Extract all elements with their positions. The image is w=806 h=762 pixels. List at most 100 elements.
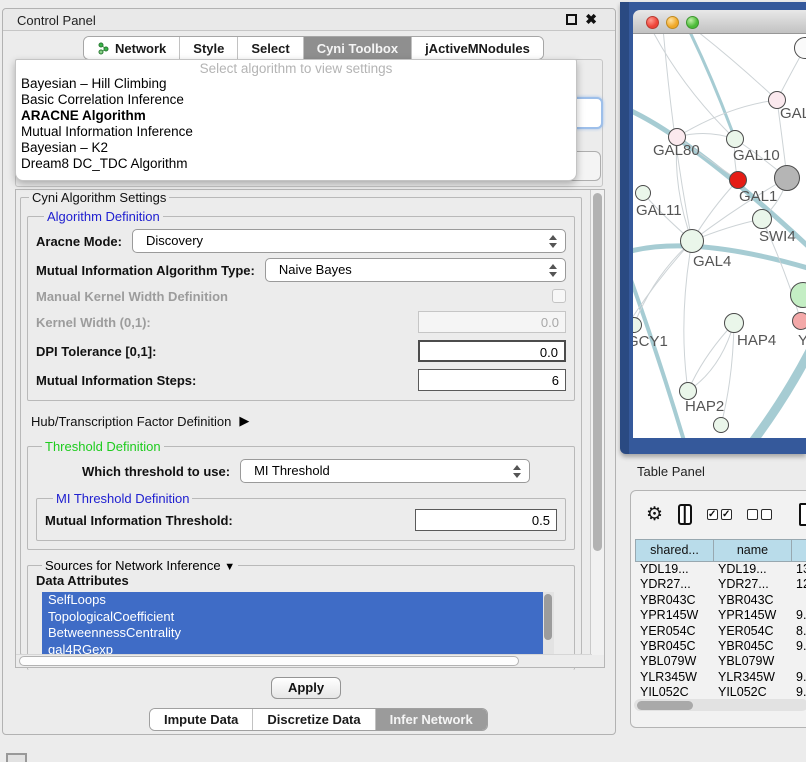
attribute-list-item[interactable]: BetweennessCentrality (42, 625, 554, 642)
column-header-name[interactable]: name (713, 539, 791, 562)
mi-algorithm-type-combo[interactable]: Naive Bayes (265, 258, 566, 282)
settings-horizontal-scrollbar[interactable] (16, 654, 592, 667)
table-cell[interactable] (791, 593, 806, 608)
network-node-y[interactable] (792, 312, 806, 330)
select-all-columns-icon[interactable]: ✓✓ (707, 509, 732, 520)
mi-steps-field[interactable]: 6 (418, 369, 566, 391)
table-row[interactable]: YDL19...YDL19...13 (635, 562, 806, 577)
aracne-mode-combo[interactable]: Discovery (132, 229, 566, 253)
table-row[interactable]: YBR043CYBR043C (635, 593, 806, 608)
gear-icon[interactable]: ⚙ (646, 505, 663, 524)
which-threshold-combo[interactable]: MI Threshold (240, 459, 530, 483)
table-row[interactable]: YBR045CYBR045C9. (635, 639, 806, 654)
network-node-swi4[interactable] (752, 209, 772, 229)
close-icon[interactable]: ✖ (585, 13, 597, 25)
control-panel-titlebar: Control Panel ✖ (3, 9, 615, 31)
minimize-traffic-light[interactable] (666, 16, 679, 29)
table-cell[interactable]: YBR045C (635, 639, 713, 654)
table-cell[interactable]: YPR145W (635, 608, 713, 623)
table-cell[interactable]: YDL19... (713, 562, 791, 577)
algorithm-option[interactable]: ARACNE Algorithm (16, 108, 576, 124)
manual-kernel-checkbox[interactable] (552, 289, 566, 303)
network-node-gal11[interactable] (635, 185, 651, 201)
table-row[interactable]: YDR27...YDR27...12 (635, 577, 806, 592)
table-cell[interactable]: YLR345W (635, 670, 713, 685)
table-row[interactable]: YER054CYER054C8. (635, 624, 806, 639)
network-node[interactable] (774, 165, 800, 191)
table-cell[interactable]: 12 (791, 577, 806, 592)
network-node-gal10[interactable] (726, 130, 744, 148)
table-cell[interactable]: YLR345W (713, 670, 791, 685)
close-traffic-light[interactable] (646, 16, 659, 29)
table-row[interactable]: YLR345WYLR345W9. (635, 670, 806, 685)
tab-label: Discretize Data (267, 712, 360, 727)
network-node-hap4[interactable] (724, 313, 744, 333)
deselect-all-columns-icon[interactable] (747, 509, 772, 520)
attributes-list-scrollbar[interactable] (543, 592, 554, 660)
minimized-panel-icon[interactable] (6, 753, 27, 762)
column-header-partial[interactable] (791, 539, 806, 562)
table-cell[interactable]: 9. (791, 670, 806, 685)
kernel-width-field[interactable]: 0.0 (418, 311, 566, 333)
table-cell[interactable]: YBR043C (713, 593, 791, 608)
node-table: shared... name YDL19...YDL19...13YDR27..… (635, 539, 806, 701)
tab-discretize-data[interactable]: Discretize Data (253, 709, 375, 730)
table-horizontal-scrollbar[interactable] (634, 699, 806, 711)
table-cell[interactable]: YDR27... (635, 577, 713, 592)
table-cell[interactable]: YER054C (635, 624, 713, 639)
tab-infer-network[interactable]: Infer Network (376, 709, 487, 730)
network-node-gal4[interactable] (680, 229, 704, 253)
tab-impute-data[interactable]: Impute Data (150, 709, 253, 730)
network-window-titlebar[interactable] (633, 10, 806, 34)
sources-toggle[interactable]: Sources for Network Inference ▼ (42, 558, 238, 573)
tab-select[interactable]: Select (238, 37, 303, 59)
node-label: GAL11 (636, 202, 682, 219)
tab-network[interactable]: Network (84, 37, 180, 59)
table-cell[interactable]: YBL079W (635, 654, 713, 669)
columns-icon[interactable] (678, 504, 692, 525)
dpi-tolerance-field[interactable]: 0.0 (418, 340, 566, 362)
algorithm-option[interactable]: Basic Correlation Inference (16, 92, 576, 108)
column-header-shared-name[interactable]: shared... (635, 539, 713, 562)
table-cell[interactable]: YBR045C (713, 639, 791, 654)
hub-definition-label: Hub/Transcription Factor Definition (31, 414, 231, 429)
table-cell[interactable]: YBL079W (713, 654, 791, 669)
tab-style[interactable]: Style (180, 37, 238, 59)
tab-cyni-toolbox[interactable]: Cyni Toolbox (304, 37, 412, 59)
table-cell[interactable]: YDL19... (635, 562, 713, 577)
table-cell[interactable]: YER054C (713, 624, 791, 639)
table-panel-title: Table Panel (637, 464, 705, 479)
algorithm-option[interactable]: Mutual Information Inference (16, 124, 576, 140)
attribute-list-item[interactable]: TopologicalCoefficient (42, 609, 554, 626)
network-node-gal1[interactable] (729, 171, 747, 189)
table-cell[interactable]: 9. (791, 639, 806, 654)
node-label: HAP2 (685, 398, 724, 415)
tab-jactivemnodules[interactable]: jActiveMNodules (412, 37, 543, 59)
algorithm-option[interactable]: Bayesian – Hill Climbing (16, 76, 576, 92)
apply-button[interactable]: Apply (271, 677, 341, 699)
export-table-icon[interactable] (799, 503, 806, 526)
table-cell[interactable]: 8. (791, 624, 806, 639)
table-cell[interactable]: YPR145W (713, 608, 791, 623)
node-label: GAL1 (739, 188, 777, 205)
table-cell[interactable] (791, 654, 806, 669)
table-cell[interactable]: 13 (791, 562, 806, 577)
zoom-traffic-light[interactable] (686, 16, 699, 29)
node-label: Y (798, 332, 806, 349)
table-row[interactable]: YPR145WYPR145W9. (635, 608, 806, 623)
table-row[interactable]: YBL079WYBL079W (635, 654, 806, 669)
hub-definition-toggle[interactable]: Hub/Transcription Factor Definition ▶ (31, 413, 581, 429)
network-canvas[interactable]: GALGAL80GAL10GAL1GAL11SWI4GAL4GCY1HAP4YH… (633, 34, 806, 438)
table-cell[interactable]: YBR043C (635, 593, 713, 608)
table-header-row: shared... name (635, 539, 806, 562)
settings-vertical-scrollbar[interactable] (590, 190, 604, 655)
network-node[interactable] (713, 417, 729, 433)
algorithm-option[interactable]: Bayesian – K2 (16, 140, 576, 156)
table-cell[interactable]: YDR27... (713, 577, 791, 592)
algorithm-option[interactable]: Dream8 DC_TDC Algorithm (16, 156, 576, 172)
mi-threshold-field[interactable]: 0.5 (415, 509, 557, 531)
table-cell[interactable]: 9. (791, 608, 806, 623)
node-label: HAP4 (737, 332, 776, 349)
float-window-icon[interactable] (566, 14, 577, 25)
attribute-list-item[interactable]: SelfLoops (42, 592, 554, 609)
